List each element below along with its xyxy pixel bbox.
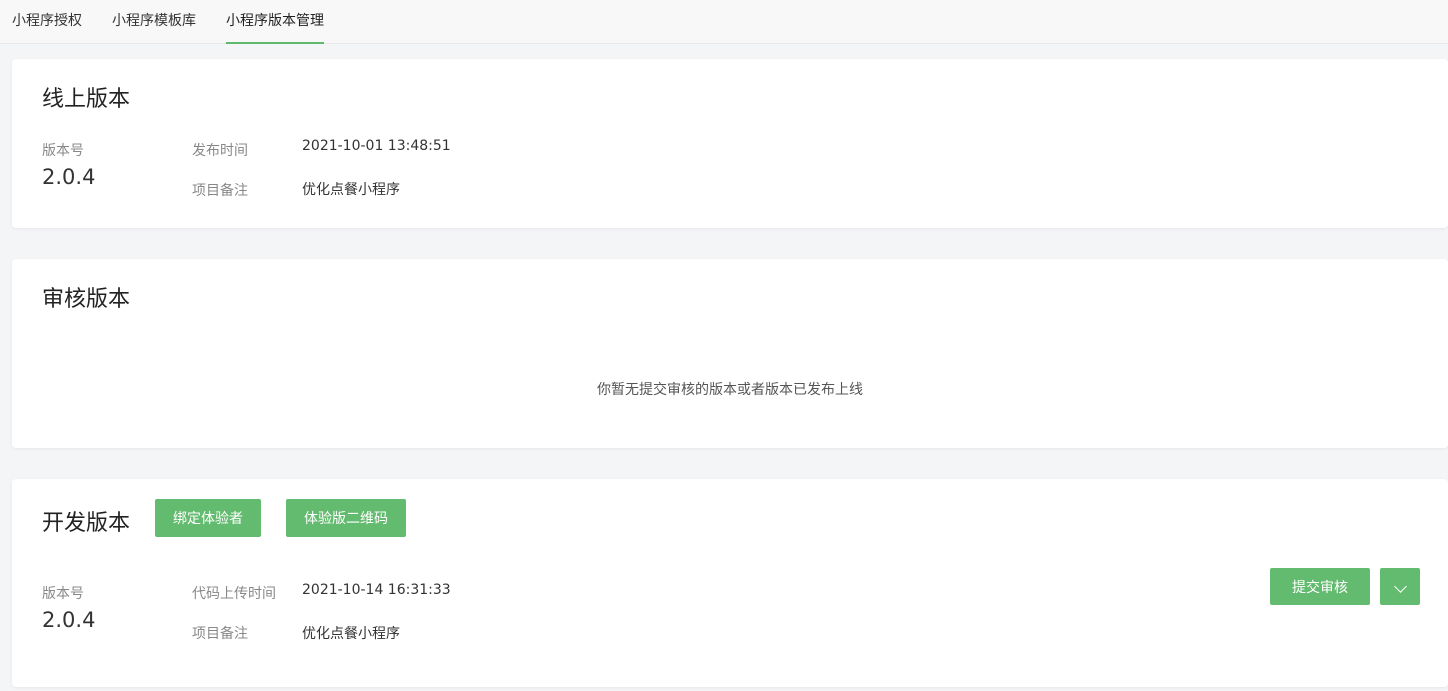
online-version-card: 线上版本 版本号 2.0.4 发布时间 2021-10-01 13:48:51 … — [12, 59, 1448, 228]
chevron-down-icon — [1393, 579, 1407, 593]
online-publish-time: 2021-10-01 13:48:51 — [302, 138, 451, 154]
review-version-title: 审核版本 — [42, 287, 131, 312]
more-options-button[interactable] — [1380, 568, 1420, 605]
dev-version-card: 开发版本 绑定体验者 体验版二维码 版本号 2.0.4 代码上传时间 2021-… — [12, 479, 1448, 687]
online-note: 优化点餐小程序 — [302, 182, 400, 198]
online-publish-time-label: 发布时间 — [192, 143, 248, 159]
online-version-number: 2.0.4 — [42, 165, 96, 189]
dev-upload-time-label: 代码上传时间 — [192, 586, 276, 602]
online-note-label: 项目备注 — [192, 183, 248, 199]
dev-version-number-label: 版本号 — [42, 586, 84, 602]
dev-version-number: 2.0.4 — [42, 608, 96, 632]
dev-note-label: 项目备注 — [192, 626, 248, 642]
submit-review-button[interactable]: 提交审核 — [1270, 568, 1370, 605]
dev-version-title: 开发版本 — [42, 511, 131, 536]
review-empty-message: 你暂无提交审核的版本或者版本已发布上线 — [597, 382, 863, 398]
tab-bar: 小程序授权 小程序模板库 小程序版本管理 — [0, 0, 1448, 44]
dev-note: 优化点餐小程序 — [302, 626, 400, 642]
dev-upload-time: 2021-10-14 16:31:33 — [302, 582, 451, 598]
tab-template-library[interactable]: 小程序模板库 — [112, 0, 196, 44]
tab-authorization[interactable]: 小程序授权 — [12, 0, 82, 44]
tab-version-management[interactable]: 小程序版本管理 — [226, 0, 324, 44]
online-version-title: 线上版本 — [42, 87, 131, 112]
review-version-card: 审核版本 你暂无提交审核的版本或者版本已发布上线 — [12, 259, 1448, 448]
bind-tester-button[interactable]: 绑定体验者 — [155, 499, 261, 537]
trial-qrcode-button[interactable]: 体验版二维码 — [286, 499, 406, 537]
online-version-number-label: 版本号 — [42, 143, 84, 159]
